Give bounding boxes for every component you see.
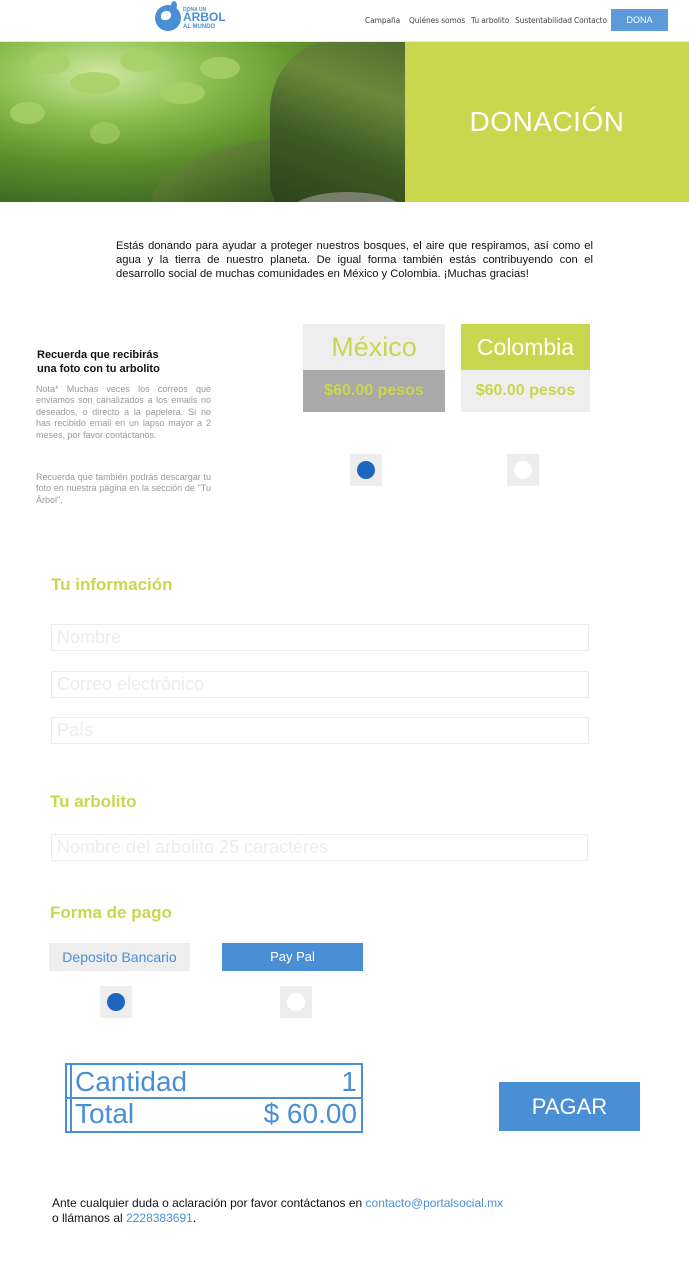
quantity-label: Cantidad bbox=[75, 1066, 188, 1097]
nav-campana[interactable]: Campaña bbox=[365, 16, 400, 25]
radio-empty-dot bbox=[514, 461, 532, 479]
payment-option-bank-deposit[interactable]: Deposito Bancario bbox=[49, 943, 190, 971]
leaf-icon bbox=[171, 1, 177, 10]
payment-option-paypal[interactable]: Pay Pal bbox=[222, 943, 363, 971]
globe-icon bbox=[155, 5, 181, 31]
section-title-tree: Tu arbolito bbox=[50, 792, 137, 811]
nav-contacto[interactable]: Contacto bbox=[574, 16, 607, 25]
radio-colombia[interactable] bbox=[507, 454, 539, 486]
total-value: $ 60.00 bbox=[263, 1098, 357, 1129]
pay-button[interactable]: PAGAR bbox=[499, 1082, 640, 1131]
radio-paypal[interactable] bbox=[280, 986, 312, 1018]
email-field[interactable] bbox=[51, 671, 589, 698]
footer-text: Ante cualquier duda o aclaración por fav… bbox=[52, 1196, 363, 1210]
country-card-mexico-title[interactable]: México bbox=[303, 324, 445, 370]
nav-quienes-somos[interactable]: Quiénes somos bbox=[409, 16, 465, 25]
order-summary-box: Cantidad 1 Total $ 60.00 bbox=[65, 1063, 363, 1133]
intro-text: Estás donando para ayudar a proteger nue… bbox=[116, 240, 593, 280]
hero-forest-image bbox=[0, 42, 405, 202]
note-title-line: una foto con tu arbolito bbox=[37, 363, 160, 375]
footer-text: o llámanos al bbox=[52, 1211, 123, 1225]
note-body: Nota* Muchas veces los correos que envia… bbox=[36, 384, 211, 440]
leaf-shape bbox=[70, 72, 120, 94]
nav-tu-arbolito[interactable]: Tu arbolito bbox=[471, 16, 509, 25]
hero-title-panel: DONACIÓN bbox=[405, 42, 689, 202]
radio-empty-dot bbox=[287, 993, 305, 1011]
tree-name-field[interactable] bbox=[51, 834, 588, 861]
leaf-shape bbox=[160, 82, 205, 104]
logo-text-main: ÁRBOL bbox=[183, 10, 226, 24]
note-body-download: Recuerda que también podrás descargar tu… bbox=[36, 472, 211, 505]
page-title: DONACIÓN bbox=[469, 106, 625, 137]
logo[interactable]: DONA UN ÁRBOL AL MUNDO bbox=[155, 1, 226, 33]
radio-bank-deposit[interactable] bbox=[100, 986, 132, 1018]
footer-period: . bbox=[192, 1211, 197, 1225]
quantity-value: 1 bbox=[341, 1066, 357, 1097]
contact-email-link[interactable]: contacto@portalsocial.mx bbox=[366, 1196, 504, 1210]
total-label: Total bbox=[75, 1098, 135, 1129]
leaf-shape bbox=[200, 57, 240, 79]
country-card-colombia-title[interactable]: Colombia bbox=[461, 324, 590, 370]
mossy-tree-trunk bbox=[270, 42, 405, 202]
leaf-shape bbox=[120, 50, 160, 72]
section-title-payment: Forma de pago bbox=[50, 903, 172, 922]
radio-mexico[interactable] bbox=[350, 454, 382, 486]
logo-text-bottom: AL MUNDO bbox=[183, 24, 216, 30]
site-header: DONA UN ÁRBOL AL MUNDO Campaña Quiénes s… bbox=[0, 0, 689, 42]
country-card-mexico-price[interactable]: $60.00 pesos bbox=[303, 370, 445, 412]
nav-sustentabilidad[interactable]: Sustentabilidad bbox=[515, 16, 572, 25]
radio-selected-dot bbox=[107, 993, 125, 1011]
note-title-line: Recuerda que recibirás bbox=[37, 349, 159, 361]
dona-button[interactable]: DONA bbox=[611, 9, 668, 31]
section-title-info: Tu información bbox=[51, 575, 173, 594]
country-card-colombia-price[interactable]: $60.00 pesos bbox=[461, 370, 590, 412]
footer-contact: Ante cualquier duda o aclaración por fav… bbox=[52, 1196, 652, 1226]
radio-selected-dot bbox=[357, 461, 375, 479]
summary-left-border bbox=[70, 1065, 72, 1131]
contact-phone-link[interactable]: 2228383691 bbox=[126, 1211, 193, 1225]
leaf-shape bbox=[10, 102, 45, 124]
leaf-shape bbox=[30, 52, 70, 74]
name-field[interactable] bbox=[51, 624, 589, 651]
footer-line-2: o llámanos al 2228383691. bbox=[52, 1211, 652, 1226]
country-field[interactable] bbox=[51, 717, 589, 744]
footer-line-1: Ante cualquier duda o aclaración por fav… bbox=[52, 1196, 652, 1211]
leaf-shape bbox=[90, 122, 120, 144]
note-title: Recuerda que recibirás una foto con tu a… bbox=[37, 348, 217, 376]
